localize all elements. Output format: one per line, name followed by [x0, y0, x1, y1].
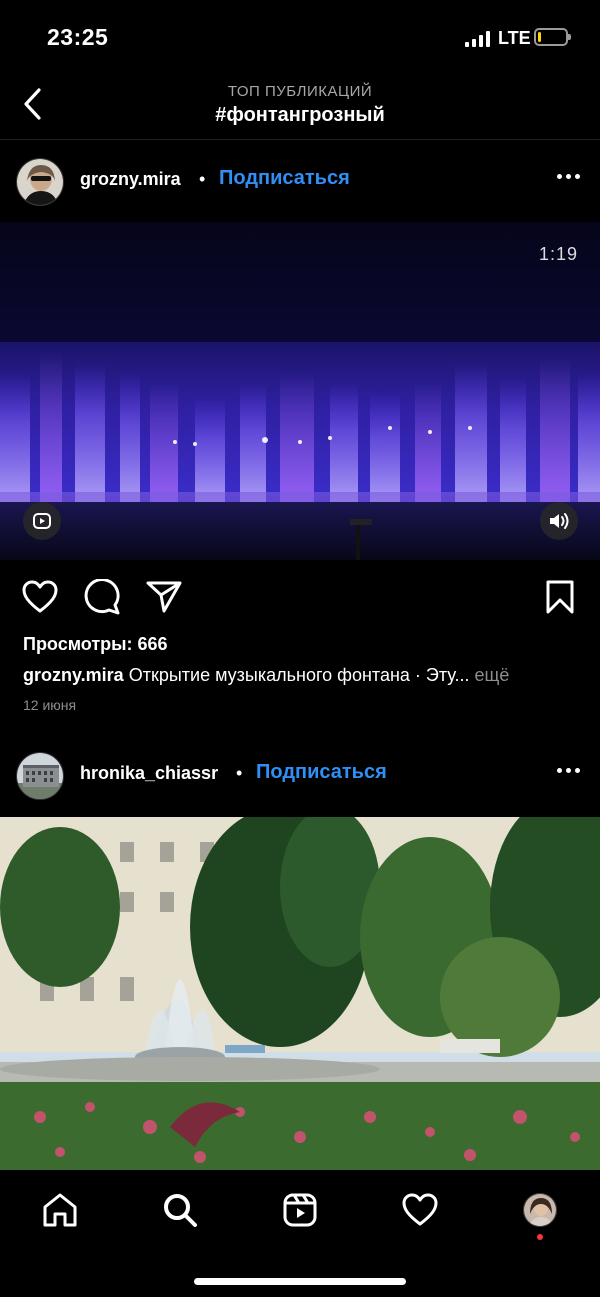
post-header: grozny.mira • Подписаться: [0, 148, 600, 214]
post-username[interactable]: hronika_chiassr: [80, 763, 218, 784]
caption-text: Открытие музыкального фонтана · Эту...: [128, 665, 470, 685]
post-video[interactable]: 1:19: [0, 222, 600, 560]
speaker-icon: [550, 513, 569, 529]
signal-icon: [465, 31, 490, 47]
share-button[interactable]: [144, 575, 184, 619]
nav-header: ТОП ПУБЛИКАЦИЙ #фонтангрозный: [0, 76, 600, 140]
video-frame: [0, 222, 600, 560]
comment-icon: [84, 579, 120, 615]
avatar[interactable]: [16, 158, 64, 206]
post-actions: [0, 575, 600, 621]
more-options-button[interactable]: [557, 174, 580, 179]
reels-icon: [283, 1193, 317, 1227]
tab-activity[interactable]: [398, 1188, 442, 1232]
avatar[interactable]: [16, 752, 64, 800]
post-date: 12 июня: [23, 697, 77, 713]
tab-home[interactable]: [38, 1188, 82, 1232]
follow-button[interactable]: Подписаться: [219, 167, 350, 190]
bookmark-icon: [546, 580, 574, 614]
tab-profile[interactable]: [518, 1188, 562, 1232]
page-title: #фонтангрозный: [215, 104, 385, 126]
battery-level: [538, 32, 541, 42]
search-icon: [164, 1194, 197, 1227]
home-icon: [43, 1193, 77, 1227]
tab-search[interactable]: [158, 1188, 202, 1232]
views-count: Просмотры: 666: [23, 634, 168, 654]
comment-button[interactable]: [82, 575, 122, 619]
post-username[interactable]: grozny.mira: [80, 169, 181, 190]
volume-button[interactable]: [540, 502, 578, 540]
send-icon: [146, 581, 182, 613]
more-options-button[interactable]: [557, 768, 580, 773]
tab-reels[interactable]: [278, 1188, 322, 1232]
video-duration: 1:19: [538, 244, 578, 264]
separator-dot: •: [199, 169, 206, 189]
header-subtitle: ТОП ПУБЛИКАЦИЙ: [227, 83, 373, 100]
separator-dot: •: [236, 763, 243, 783]
follow-button[interactable]: Подписаться: [256, 761, 387, 784]
status-bar: 23:25 LTE: [0, 0, 600, 76]
network-type: LTE: [498, 28, 531, 48]
post-image[interactable]: [0, 817, 600, 1170]
photo-frame: [0, 817, 600, 1170]
like-button[interactable]: [20, 575, 60, 619]
heart-icon: [22, 580, 58, 613]
reels-icon: [33, 513, 51, 529]
notification-dot: [537, 1234, 543, 1240]
battery-icon: [534, 28, 571, 46]
profile-avatar: [523, 1193, 557, 1227]
save-button[interactable]: [540, 575, 580, 619]
bottom-tab-bar: [0, 1170, 600, 1297]
heart-icon: [402, 1193, 438, 1226]
caption-more-link[interactable]: ещё: [475, 665, 510, 685]
post-header: hronika_chiassr • Подписаться: [0, 742, 600, 808]
home-indicator: [194, 1278, 406, 1285]
reels-badge-button[interactable]: [23, 502, 61, 540]
post-caption: grozny.mira Открытие музыкального фонтан…: [23, 665, 583, 686]
status-time: 23:25: [47, 24, 109, 50]
caption-username[interactable]: grozny.mira: [23, 665, 124, 685]
